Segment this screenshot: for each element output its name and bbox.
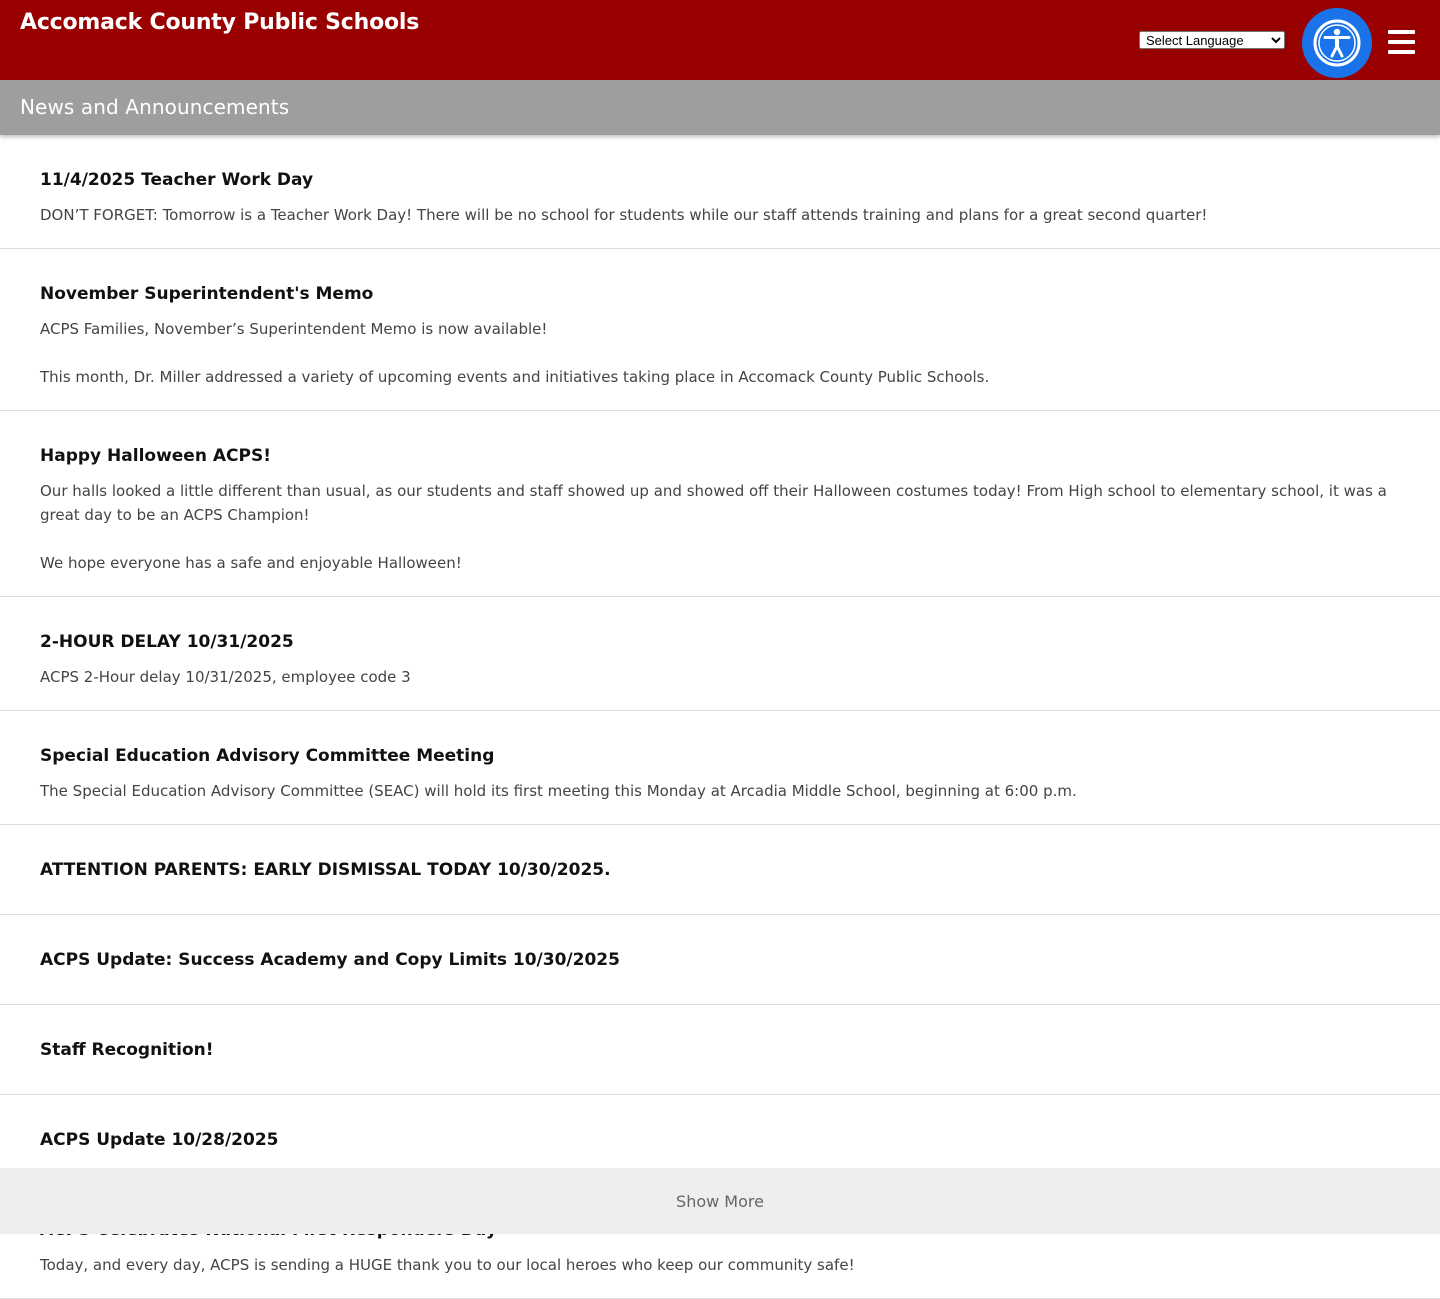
news-item-body: The Special Education Advisory Committee… [40,779,1400,803]
news-item-body: DON’T FORGET: Tomorrow is a Teacher Work… [40,203,1400,227]
section-title: News and Announcements [20,95,290,119]
news-item-paragraph: ACPS 2-Hour delay 10/31/2025, employee c… [40,668,411,686]
news-item: ATTENTION PARENTS: EARLY DISMISSAL TODAY… [0,825,1440,915]
news-item-paragraph: Our halls looked a little different than… [40,482,1387,524]
news-item: 2-HOUR DELAY 10/31/2025 ACPS 2-Hour delay… [0,597,1440,711]
news-item-paragraph: Today, and every day, ACPS is sending a … [40,1256,855,1274]
news-item: Special Education Advisory Committee Mee… [0,711,1440,825]
news-item-paragraph: DON’T FORGET: Tomorrow is a Teacher Work… [40,206,1208,224]
site-title[interactable]: Accomack County Public Schools [20,10,419,35]
news-item-title[interactable]: 11/4/2025 Teacher Work Day [40,168,1400,192]
news-item-paragraph: ACPS Families, November’s Superintendent… [40,320,548,338]
news-item-body: Our halls looked a little different than… [40,479,1400,575]
news-item: Happy Halloween ACPS! Our halls looked a … [0,411,1440,597]
news-item-body: Today, and every day, ACPS is sending a … [40,1253,1400,1277]
news-item-title[interactable]: ACPS Update 10/28/2025 [40,1128,1400,1152]
accessibility-person-icon [1313,19,1361,67]
news-item-body: ACPS Families, November’s Superintendent… [40,317,1400,389]
news-item: ACPS Update: Success Academy and Copy Li… [0,915,1440,1005]
show-more-button[interactable]: Show More [0,1168,1440,1234]
section-header: News and Announcements [0,80,1440,135]
news-item-title[interactable]: Special Education Advisory Committee Mee… [40,744,1400,768]
news-item-paragraph: This month, Dr. Miller addressed a varie… [40,368,990,386]
hamburger-menu-icon[interactable] [1388,30,1415,54]
news-item-paragraph: We hope everyone has a safe and enjoyabl… [40,554,462,572]
news-item-body: ACPS 2-Hour delay 10/31/2025, employee c… [40,665,1400,689]
site-header: Accomack County Public Schools Select La… [0,0,1440,80]
news-item-title[interactable]: ACPS Update: Success Academy and Copy Li… [40,948,1400,972]
news-item-title[interactable]: November Superintendent's Memo [40,282,1400,306]
news-item: Staff Recognition! [0,1005,1440,1095]
news-list: 11/4/2025 Teacher Work Day DON’T FORGET: … [0,135,1440,1299]
news-item: 11/4/2025 Teacher Work Day DON’T FORGET: … [0,135,1440,249]
accessibility-button[interactable] [1302,8,1372,78]
language-select[interactable]: Select Language [1139,31,1285,49]
news-item-title[interactable]: 2-HOUR DELAY 10/31/2025 [40,630,1400,654]
news-item-paragraph: The Special Education Advisory Committee… [40,782,1077,800]
news-item-title[interactable]: ATTENTION PARENTS: EARLY DISMISSAL TODAY… [40,858,1400,882]
news-item-title[interactable]: Staff Recognition! [40,1038,1400,1062]
news-item-title[interactable]: Happy Halloween ACPS! [40,444,1400,468]
news-item: November Superintendent's Memo ACPS Famil… [0,249,1440,411]
